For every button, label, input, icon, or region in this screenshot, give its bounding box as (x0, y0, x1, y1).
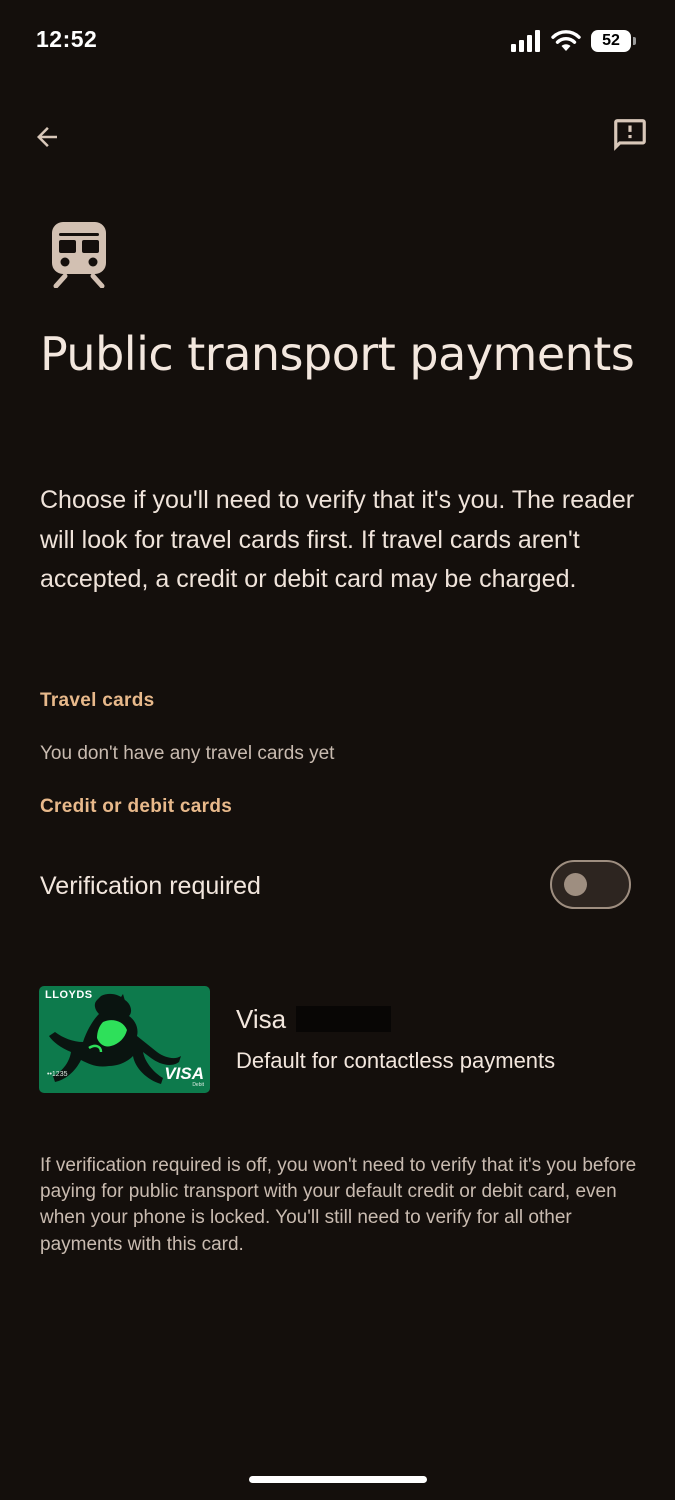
travel-cards-empty-text: You don't have any travel cards yet (40, 743, 335, 764)
card-brand-logo: VISA (164, 1064, 204, 1083)
toggle-knob (564, 873, 587, 896)
card-type-label: Debit (192, 1082, 204, 1088)
card-number-redacted (296, 1006, 391, 1032)
travel-cards-heading: Travel cards (40, 690, 155, 711)
verification-required-label: Verification required (40, 872, 261, 900)
home-indicator[interactable] (249, 1476, 427, 1483)
page-description: Choose if you'll need to verify that it'… (40, 486, 635, 593)
status-time: 12:52 (36, 26, 98, 52)
battery-icon: 52 (591, 30, 636, 52)
verification-required-row[interactable]: Verification required (0, 848, 675, 928)
train-icon (52, 222, 106, 288)
card-bank-label: LLOYDS (45, 989, 93, 1001)
card-name: Visa (236, 1004, 287, 1034)
arrow-back-icon (37, 127, 57, 147)
card-subtitle: Default for contactless payments (236, 1048, 556, 1073)
feedback-button[interactable] (607, 112, 653, 158)
battery-level: 52 (602, 32, 620, 49)
verification-toggle[interactable] (550, 860, 631, 909)
page-title: Public transport payments (40, 327, 635, 381)
status-icons: 52 (511, 30, 636, 52)
credit-cards-heading: Credit or debit cards (40, 796, 233, 817)
back-button[interactable] (24, 114, 70, 160)
card-row[interactable]: LLOYDS ••1235 VISA Debit Visa Default fo… (0, 978, 675, 1108)
card-image: LLOYDS ••1235 VISA Debit (39, 986, 210, 1093)
status-bar: 12:52 52 (0, 0, 675, 90)
verification-info-note: If verification required is off, you won… (40, 1155, 637, 1255)
signal-icon (511, 30, 540, 52)
feedback-icon (614, 119, 646, 151)
card-number-fragment: ••1235 (47, 1071, 68, 1078)
wifi-icon (551, 30, 581, 51)
